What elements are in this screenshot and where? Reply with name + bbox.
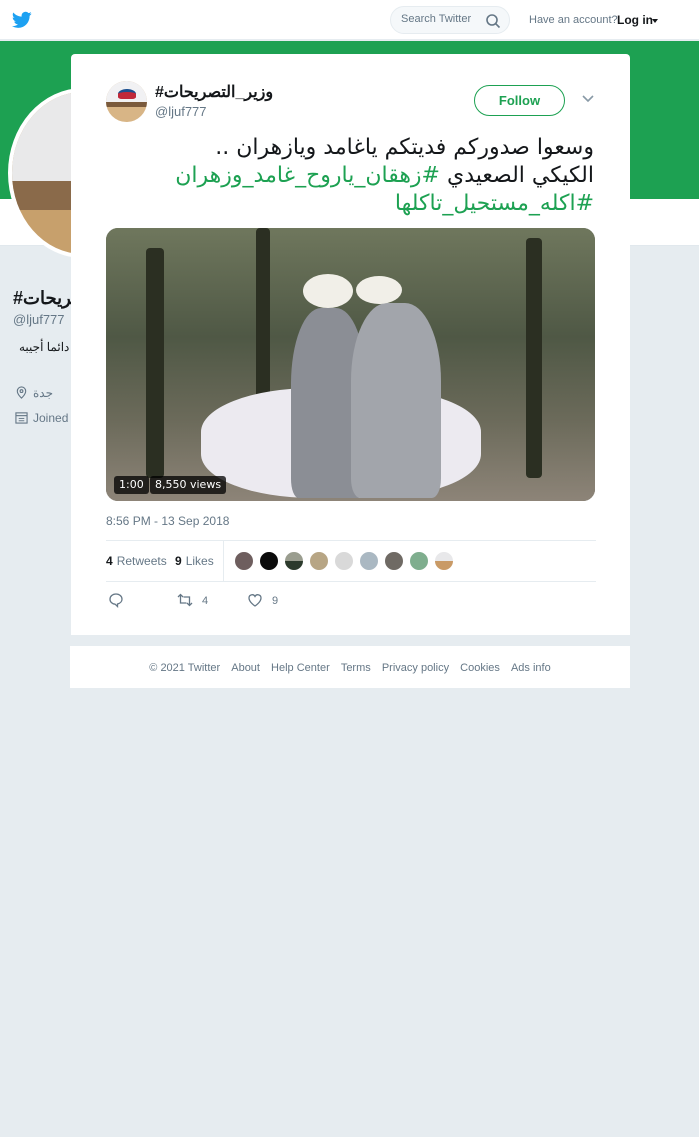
- follow-button[interactable]: Follow: [474, 85, 565, 116]
- close-icon[interactable]: [660, 12, 680, 32]
- hashtag-link[interactable]: #زهقان_ياروح_غامد_وزهران: [175, 163, 440, 188]
- caret-down-icon[interactable]: [652, 19, 658, 23]
- author-handle[interactable]: @ljuf777: [155, 104, 207, 119]
- likes-label: Likes: [185, 554, 214, 568]
- tweet-stats: 4 Retweets 9 Likes: [106, 540, 596, 582]
- search-input[interactable]: Search Twitter: [390, 6, 510, 34]
- video-person: [351, 303, 441, 498]
- tweet-text-line-2: الكيكي الصعيدي #زهقان_ياروح_غامد_وزهران: [106, 162, 594, 190]
- video-turban: [356, 276, 402, 304]
- profile-joined-text: Joined: [33, 411, 69, 425]
- tweet-modal: #وزير_التصريحات @ljuf777 Follow وسعوا صد…: [71, 54, 630, 635]
- video-tree-trunk: [526, 238, 542, 478]
- search-placeholder: Search Twitter: [401, 13, 472, 25]
- profile-handle: @ljuf777: [13, 312, 65, 327]
- like-action-count: 9: [272, 595, 279, 607]
- tweet-text: وسعوا صدوركم فديتكم ياغامد ويازهران .. ا…: [106, 134, 594, 218]
- reply-icon[interactable]: [108, 592, 124, 608]
- video-duration-badge: 1:00: [114, 476, 149, 494]
- liker-avatar[interactable]: [259, 551, 279, 571]
- search-icon[interactable]: [485, 13, 501, 29]
- retweets-count: 4: [106, 554, 113, 568]
- chevron-down-icon[interactable]: [581, 94, 595, 104]
- likes-count: 9: [175, 554, 182, 568]
- liker-avatar[interactable]: [434, 551, 454, 571]
- retweets-stat[interactable]: 4 Retweets: [106, 554, 167, 568]
- footer-cookies-link[interactable]: Cookies: [460, 662, 500, 674]
- hashtag-link[interactable]: #اكله_مستحيل_تاكلها: [395, 191, 594, 216]
- footer: © 2021 Twitter About Help Center Terms P…: [70, 645, 630, 688]
- liker-avatar[interactable]: [409, 551, 429, 571]
- heart-icon[interactable]: [247, 592, 263, 608]
- profile-joined: Joined: [15, 411, 68, 425]
- twitter-logo-icon[interactable]: [12, 11, 32, 29]
- author-avatar[interactable]: [106, 81, 147, 122]
- author-name[interactable]: #وزير_التصريحات: [155, 82, 273, 102]
- footer-ads-link[interactable]: Ads info: [511, 662, 551, 674]
- video-views-badge: 8,550 views: [150, 476, 227, 494]
- liker-avatar[interactable]: [284, 551, 304, 571]
- liker-avatar[interactable]: [234, 551, 254, 571]
- footer-terms-link[interactable]: Terms: [341, 662, 371, 674]
- location-pin-icon: [16, 386, 27, 399]
- liker-avatar[interactable]: [359, 551, 379, 571]
- video-turban: [303, 274, 353, 308]
- tweet-text-line-1: وسعوا صدوركم فديتكم ياغامد ويازهران ..: [215, 135, 594, 160]
- have-account-text: Have an account?: [529, 14, 618, 26]
- tweet-actions: 4 9: [106, 592, 406, 612]
- author-avatar-bird: [118, 89, 136, 99]
- calendar-icon: [15, 412, 28, 424]
- tweet-text-plain: الكيكي الصعيدي: [440, 163, 594, 188]
- liker-avatar[interactable]: [309, 551, 329, 571]
- top-navigation-bar: Search Twitter Have an account? Log in: [0, 0, 699, 40]
- footer-about-link[interactable]: About: [231, 662, 260, 674]
- likes-stat[interactable]: 9 Likes: [175, 554, 214, 568]
- liker-avatar[interactable]: [334, 551, 354, 571]
- footer-copyright: © 2021 Twitter: [149, 662, 221, 674]
- profile-location: جدة: [15, 386, 53, 400]
- tweet-text-line-3: #اكله_مستحيل_تاكلها: [106, 190, 594, 218]
- login-link[interactable]: Log in: [617, 13, 653, 27]
- video-player[interactable]: 1:00 8,550 views: [106, 228, 595, 501]
- retweet-icon[interactable]: [177, 592, 193, 608]
- footer-help-link[interactable]: Help Center: [271, 662, 330, 674]
- footer-links: © 2021 Twitter About Help Center Terms P…: [70, 662, 630, 674]
- retweets-label: Retweets: [116, 554, 167, 568]
- footer-privacy-link[interactable]: Privacy policy: [382, 662, 449, 674]
- video-tree-trunk: [146, 248, 164, 478]
- retweet-action-count: 4: [202, 595, 209, 607]
- profile-location-text: جدة: [33, 386, 54, 400]
- author-avatar-band: [106, 101, 147, 108]
- liker-avatar[interactable]: [384, 551, 404, 571]
- tweet-timestamp[interactable]: 8:56 PM - 13 Sep 2018: [106, 514, 229, 528]
- profile-bio: دائما أجيبه: [19, 340, 70, 354]
- stats-divider: [223, 541, 224, 581]
